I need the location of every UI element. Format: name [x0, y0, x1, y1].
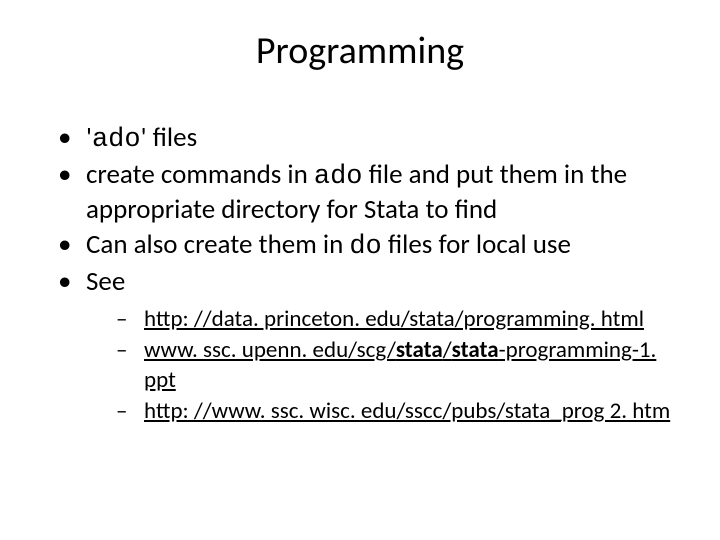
text-fragment: www. ssc. upenn. edu/scg/	[144, 336, 396, 364]
list-item: www. ssc. upenn. edu/scg/stata/stata-pro…	[116, 336, 680, 395]
list-item: http: //www. ssc. wisc. edu/sscc/pubs/st…	[116, 397, 680, 426]
code-ado: ado	[314, 162, 363, 192]
text-bold: stata	[452, 336, 499, 364]
main-bullet-list: 'ado' files create commands in ado file …	[40, 122, 680, 426]
bullet-create-commands: create commands in ado file and put them…	[58, 159, 680, 227]
link-princeton[interactable]: http: //data. princeton. edu/stata/progr…	[144, 305, 644, 333]
bullet-see: See http: //data. princeton. edu/stata/p…	[58, 266, 680, 427]
slide-title: Programming	[40, 28, 680, 74]
text-fragment: create commands in	[86, 158, 314, 191]
list-item: http: //data. princeton. edu/stata/progr…	[116, 305, 680, 334]
link-wisc[interactable]: http: //www. ssc. wisc. edu/sscc/pubs/st…	[144, 397, 670, 425]
code-do: do	[349, 232, 381, 262]
text-bold: stata	[396, 336, 443, 364]
bullet-ado-files: 'ado' files	[58, 122, 680, 157]
text-fragment: files for local use	[382, 228, 571, 261]
text-fragment: ' files	[141, 121, 198, 154]
bullet-do-files: Can also create them in do files for loc…	[58, 229, 680, 264]
link-upenn[interactable]: www. ssc. upenn. edu/scg/stata/stata-pro…	[144, 336, 656, 393]
text-fragment: /	[443, 336, 452, 364]
sub-link-list: http: //data. princeton. edu/stata/progr…	[86, 305, 680, 427]
text-fragment: See	[86, 265, 125, 298]
text-fragment: Can also create them in	[86, 228, 349, 261]
code-ado: ado	[92, 125, 141, 155]
